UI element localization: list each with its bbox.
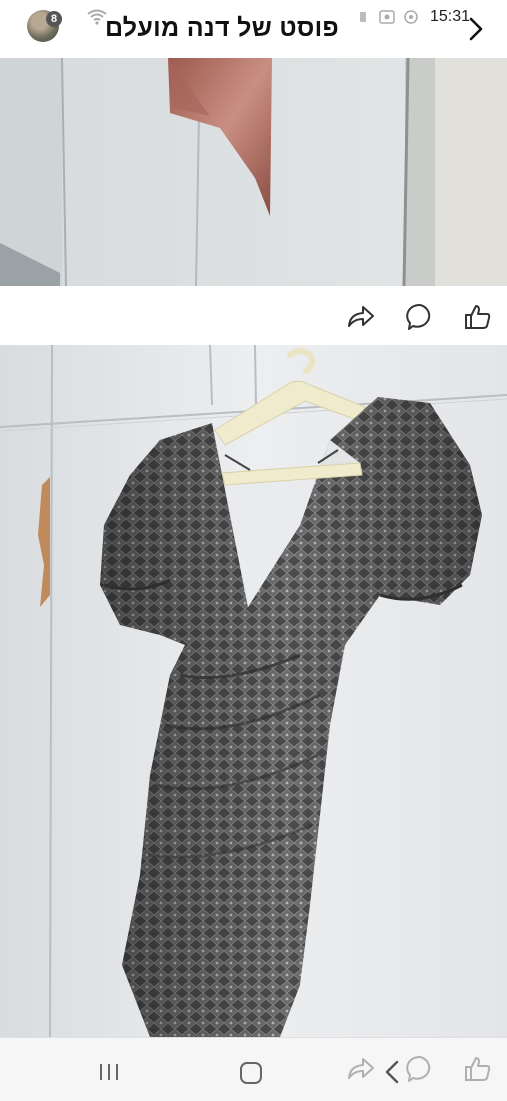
recent-apps-icon[interactable] [96,1061,122,1083]
notification-badge: 8 [46,11,62,27]
sequin-dress-photo[interactable] [0,345,507,1037]
wardrobe-photo[interactable] [0,58,507,286]
wardrobe-illustration [0,58,507,286]
nav-back-icon[interactable] [380,1058,404,1086]
like-icon-faded[interactable] [463,1054,493,1084]
share-icon[interactable] [346,302,376,332]
post-actions-bar [0,290,507,342]
comment-icon[interactable] [405,302,435,332]
home-icon[interactable] [238,1060,264,1086]
like-icon[interactable] [463,302,493,332]
page-title: פוסט של דנה מועלם [105,14,340,42]
back-chevron-icon[interactable] [462,14,490,44]
header: 8 15:31 פוסט של דנה מועלם [0,0,507,58]
share-icon-faded[interactable] [346,1054,376,1084]
bottom-navigation [0,1037,507,1101]
comment-icon-faded[interactable] [405,1054,435,1084]
dress-illustration [0,345,507,1037]
